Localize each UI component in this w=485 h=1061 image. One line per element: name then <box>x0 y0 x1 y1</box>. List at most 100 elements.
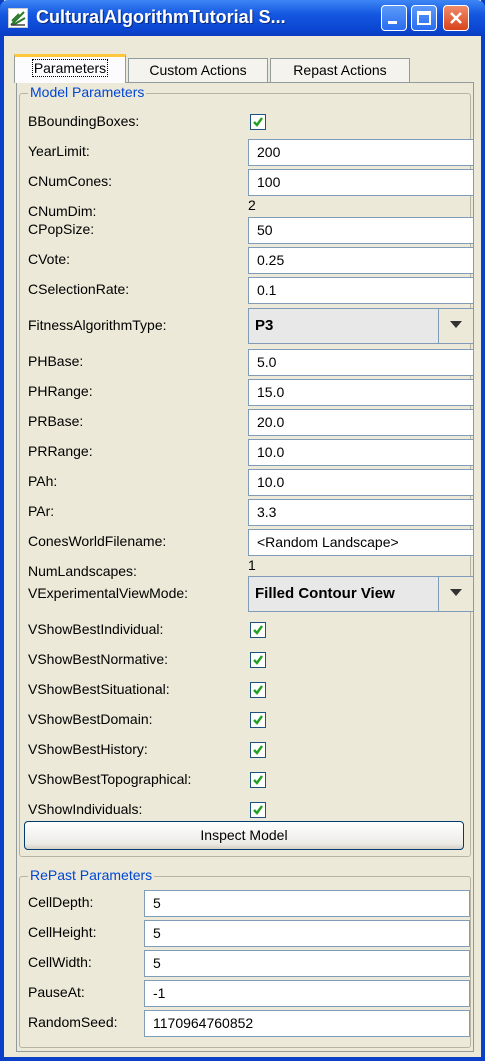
show-individuals-checkbox[interactable] <box>250 802 266 818</box>
param-row: VExperimentalViewMode: Filled Contour Vi… <box>20 576 474 614</box>
repast-row: CellDepth: 5 <box>20 889 470 919</box>
yearlimit-field[interactable]: 200 <box>248 139 474 166</box>
experimental-view-mode-select[interactable]: Filled Contour View <box>248 576 474 612</box>
cones-world-filename-field[interactable]: <Random Landscape> <box>248 529 474 556</box>
param-row: CSelectionRate: 0.1 <box>20 276 474 306</box>
phbase-field[interactable]: 5.0 <box>248 349 474 376</box>
cellheight-field[interactable]: 5 <box>144 920 470 947</box>
maximize-button[interactable] <box>411 5 437 31</box>
param-row: PHBase: 5.0 <box>20 348 474 378</box>
param-row: PRRange: 10.0 <box>20 438 474 468</box>
chevron-down-icon[interactable] <box>438 309 473 343</box>
cselectionrate-field[interactable]: 0.1 <box>248 277 474 304</box>
param-label: PauseAt: <box>28 984 85 1000</box>
show-best-situational-checkbox[interactable] <box>250 682 266 698</box>
model-parameters-group: Model Parameters BBoundingBoxes: YearLim… <box>19 84 474 857</box>
inspect-model-button[interactable]: Inspect Model <box>24 821 464 850</box>
phrange-field[interactable]: 15.0 <box>248 379 474 406</box>
fitness-algorithm-select[interactable]: P3 <box>248 308 474 344</box>
cnumdim-value: 2 <box>248 197 256 213</box>
param-label: PAh: <box>28 473 58 489</box>
param-label: FitnessAlgorithmType: <box>28 317 167 333</box>
view-mode-value: Filled Contour View <box>255 585 395 602</box>
cellwidth-field[interactable]: 5 <box>144 950 470 977</box>
pah-field[interactable]: 10.0 <box>248 469 474 496</box>
cnumcones-field[interactable]: 100 <box>248 169 474 196</box>
param-label: PRRange: <box>28 443 93 459</box>
bboundingboxes-checkbox[interactable] <box>250 114 266 130</box>
param-row: CNumCones: 100 <box>20 168 474 198</box>
param-label: VExperimentalViewMode: <box>28 585 189 601</box>
param-row: ConesWorldFilename: <Random Landscape> <box>20 528 474 558</box>
pauseat-field[interactable]: -1 <box>144 980 470 1007</box>
chevron-down-icon[interactable] <box>438 577 473 611</box>
repast-row: CellWidth: 5 <box>20 949 470 979</box>
param-label: RandomSeed: <box>28 1014 118 1030</box>
tab-custom-actions[interactable]: Custom Actions <box>128 58 268 82</box>
repast-row: PauseAt: -1 <box>20 979 470 1009</box>
show-best-normative-checkbox[interactable] <box>250 652 266 668</box>
title-bar[interactable]: CulturalAlgorithmTutorial S... <box>0 0 485 36</box>
show-best-domain-checkbox[interactable] <box>250 712 266 728</box>
param-row: PAr: 3.3 <box>20 498 474 528</box>
param-row: PHRange: 15.0 <box>20 378 474 408</box>
param-row: FitnessAlgorithmType: P3 <box>20 308 474 346</box>
param-row: CVote: 0.25 <box>20 246 474 276</box>
window-title: CulturalAlgorithmTutorial S... <box>36 7 286 27</box>
param-label: PHRange: <box>28 383 93 399</box>
param-row: VShowBestDomain: <box>20 706 470 736</box>
repast-row: CellHeight: 5 <box>20 919 470 949</box>
numlandscapes-value: 1 <box>248 557 256 573</box>
app-icon <box>8 8 28 28</box>
param-label: CVote: <box>28 251 71 267</box>
repast-parameters-group: RePast Parameters CellDepth: 5 CellHeigh… <box>19 867 471 1048</box>
param-row: BBoundingBoxes: <box>20 108 470 138</box>
param-label: CNumCones: <box>28 173 113 189</box>
repast-row: RandomSeed: 1170964760852 <box>20 1009 470 1039</box>
param-row: VShowBestHistory: <box>20 736 470 766</box>
param-label: VShowIndividuals: <box>28 801 143 817</box>
fitness-algorithm-value: P3 <box>255 317 274 334</box>
param-label: BBoundingBoxes: <box>28 113 140 129</box>
param-row: PAh: 10.0 <box>20 468 474 498</box>
param-row: VShowBestSituational: <box>20 676 470 706</box>
show-best-individual-checkbox[interactable] <box>250 622 266 638</box>
param-row: VShowBestNormative: <box>20 646 470 676</box>
prrange-field[interactable]: 10.0 <box>248 439 474 466</box>
param-label: VShowBestSituational: <box>28 681 170 697</box>
param-label: YearLimit: <box>28 143 90 159</box>
param-label: VShowBestNormative: <box>28 651 169 667</box>
repast-parameters-legend: RePast Parameters <box>28 867 155 883</box>
minimize-button[interactable] <box>381 5 407 31</box>
param-label: CSelectionRate: <box>28 281 130 297</box>
param-row: VShowBestTopographical: <box>20 766 470 796</box>
param-label: CellWidth: <box>28 954 92 970</box>
param-label: CellDepth: <box>28 894 94 910</box>
param-label: VShowBestIndividual: <box>28 621 164 637</box>
par-field[interactable]: 3.3 <box>248 499 474 526</box>
close-button[interactable] <box>443 5 469 31</box>
param-row: VShowBestIndividual: <box>20 616 470 646</box>
param-label: ConesWorldFilename: <box>28 533 167 549</box>
app-window: CulturalAlgorithmTutorial S... Parameter… <box>0 0 485 1061</box>
param-row: YearLimit: 200 <box>20 138 474 168</box>
randomseed-field[interactable]: 1170964760852 <box>144 1010 470 1037</box>
prbase-field[interactable]: 20.0 <box>248 409 474 436</box>
param-label: PHBase: <box>28 353 84 369</box>
cvote-field[interactable]: 0.25 <box>248 247 474 274</box>
tab-parameters[interactable]: Parameters <box>14 54 126 83</box>
model-parameters-legend: Model Parameters <box>28 84 147 100</box>
show-best-topographical-checkbox[interactable] <box>250 772 266 788</box>
param-label: PAr: <box>28 503 55 519</box>
show-best-history-checkbox[interactable] <box>250 742 266 758</box>
cpopsize-field[interactable]: 50 <box>248 217 474 244</box>
param-row: PRBase: 20.0 <box>20 408 474 438</box>
param-label: PRBase: <box>28 413 84 429</box>
param-label: CPopSize: <box>28 221 95 237</box>
parameters-panel: Model Parameters BBoundingBoxes: YearLim… <box>16 82 474 1052</box>
param-label: CellHeight: <box>28 924 97 940</box>
param-label: VShowBestHistory: <box>28 741 148 757</box>
tab-repast-actions[interactable]: Repast Actions <box>270 58 410 82</box>
celldepth-field[interactable]: 5 <box>144 890 470 917</box>
param-label: VShowBestDomain: <box>28 711 153 727</box>
